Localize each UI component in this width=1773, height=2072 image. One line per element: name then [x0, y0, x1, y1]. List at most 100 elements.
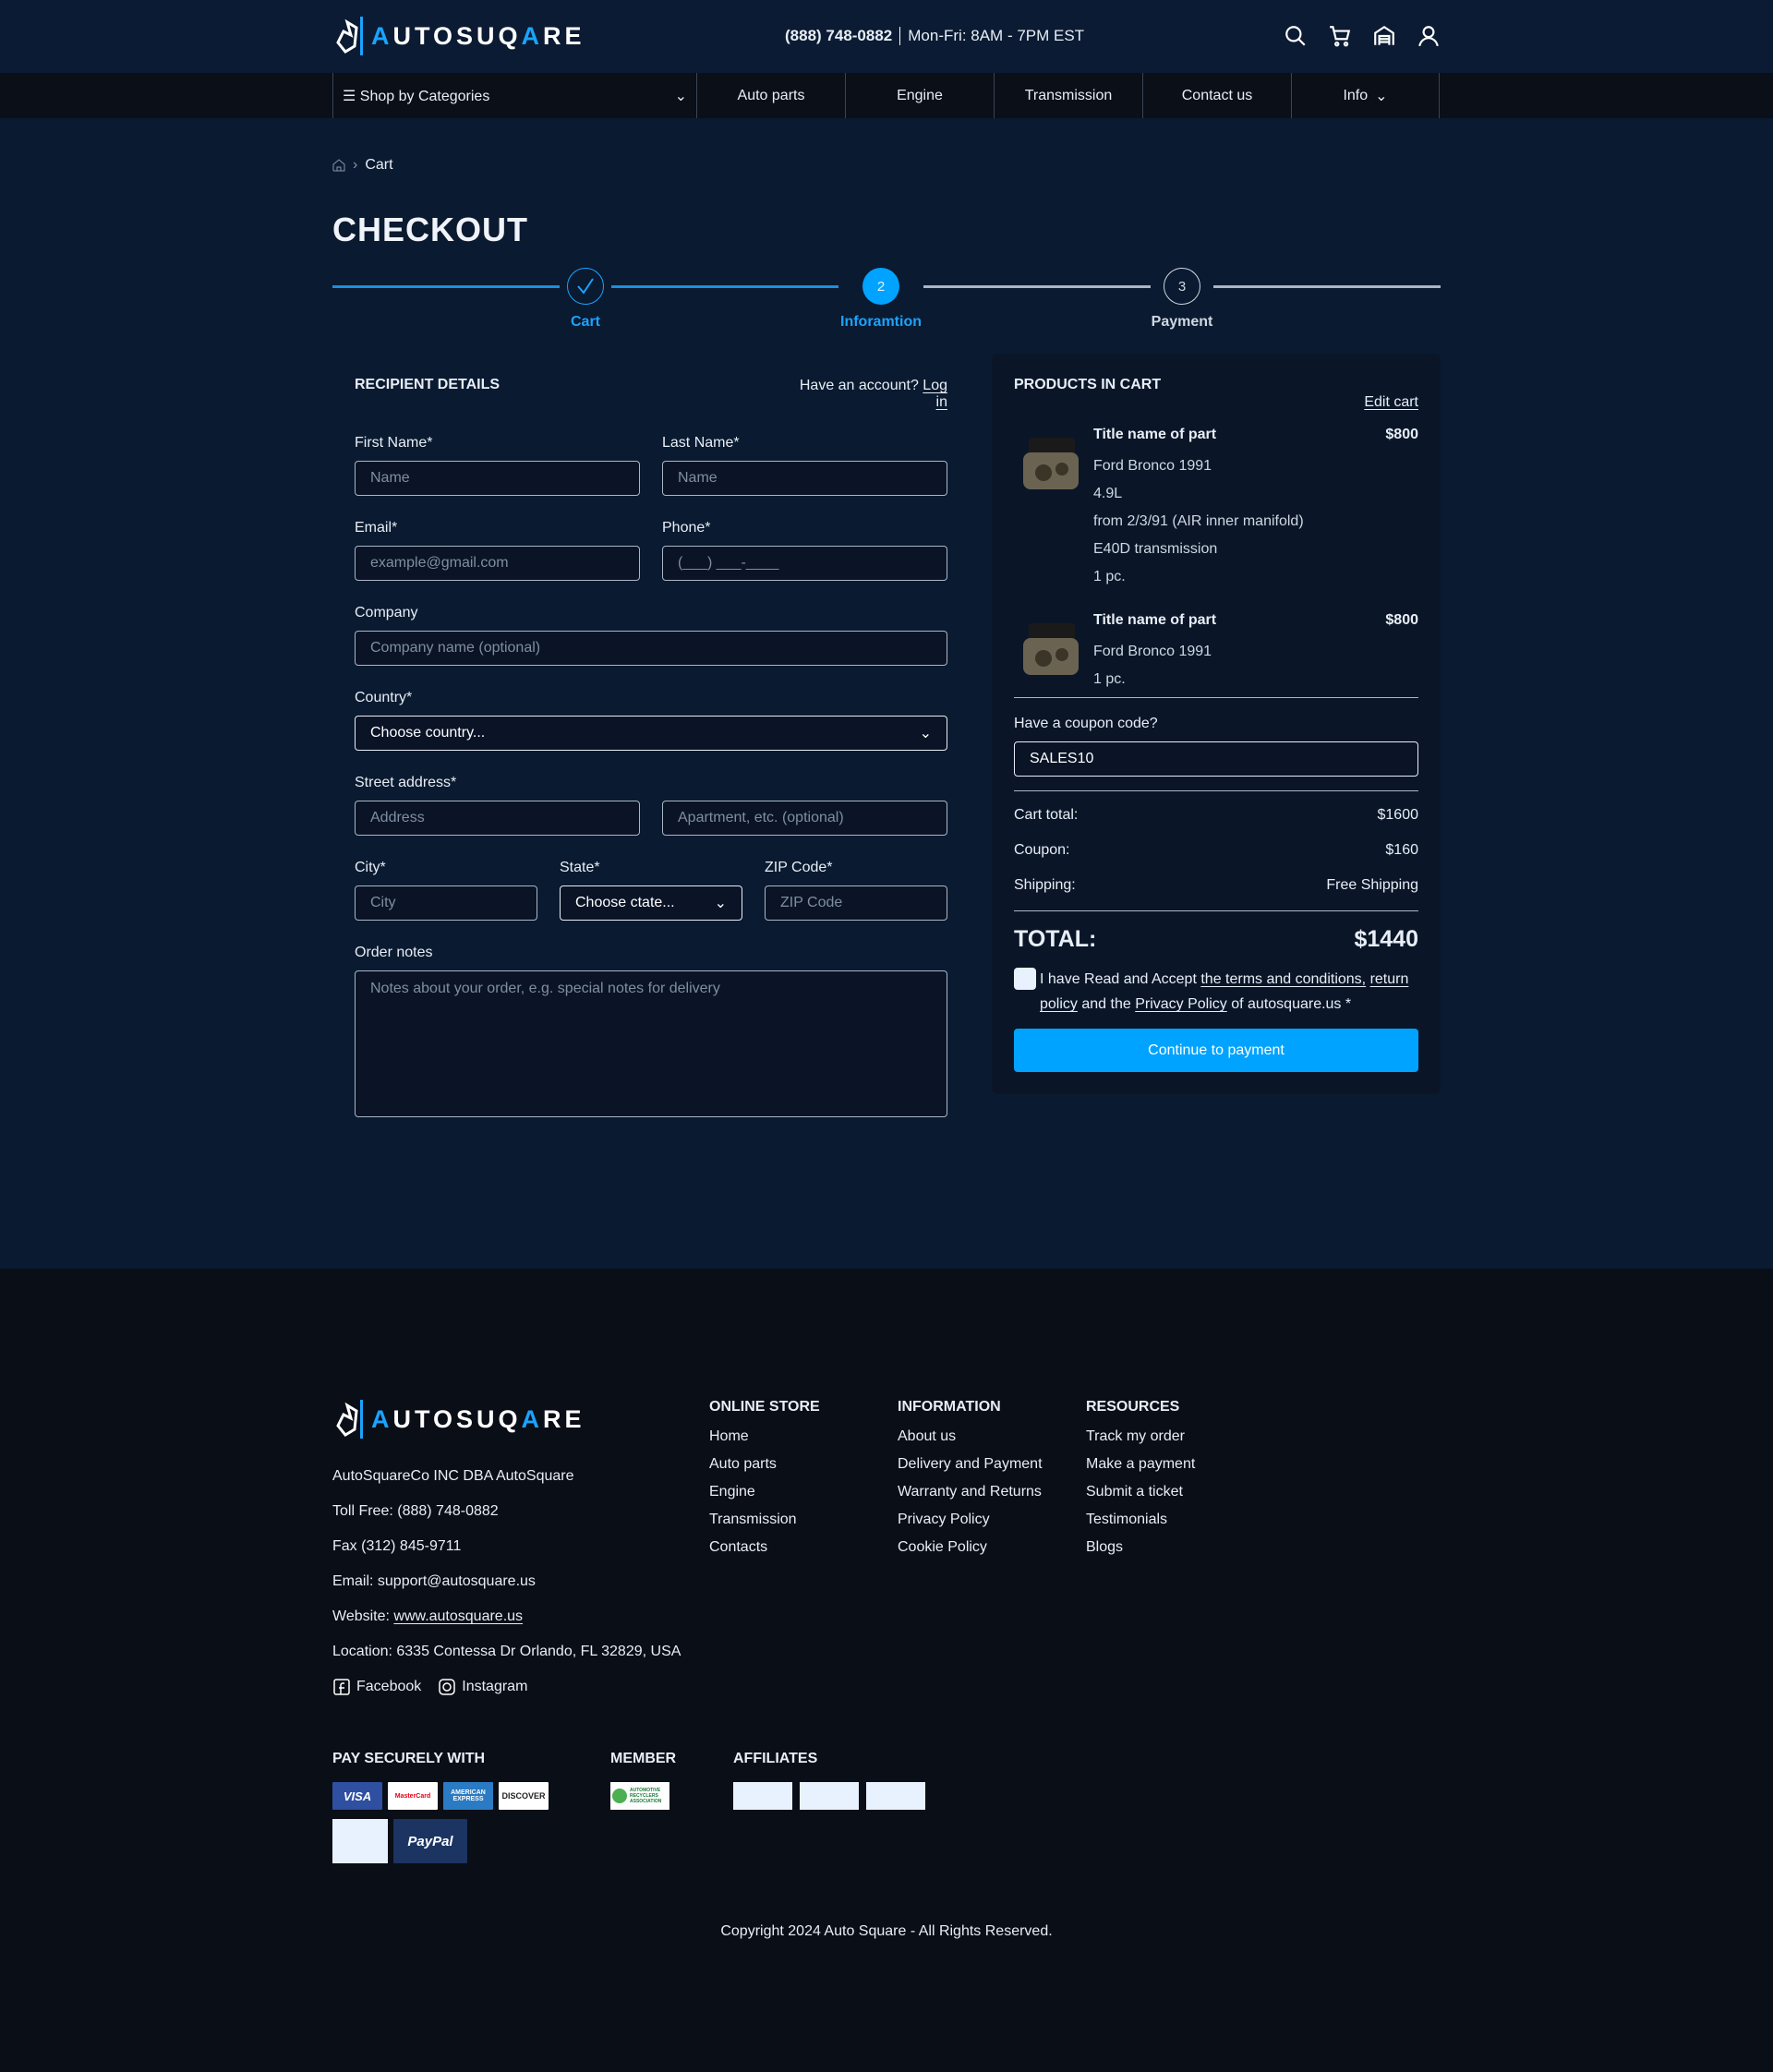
account-text: Have an account?: [799, 378, 919, 393]
site-footer: [0, 1269, 1773, 2072]
zip-input[interactable]: ZIP Code: [765, 885, 947, 921]
footer-logo[interactable]: AUTOSUQARE: [334, 1398, 585, 1440]
footer-link[interactable]: Make a payment: [1086, 1451, 1195, 1478]
nav-contact-us[interactable]: Contact us: [1142, 73, 1291, 118]
privacy-policy-link[interactable]: Privacy Policy: [1135, 996, 1227, 1012]
nav-transmission[interactable]: Transmission: [994, 73, 1142, 118]
amex-card-icon: AMERICAN EXPRESS: [443, 1782, 493, 1810]
order-notes-label: Order notes: [355, 945, 433, 960]
affiliate-logo[interactable]: [733, 1782, 792, 1810]
instagram-link[interactable]: Instagram: [438, 1669, 527, 1705]
terms-link[interactable]: the terms and conditions,: [1200, 971, 1366, 987]
payment-cards: VISA MasterCard AMERICAN EXPRESS DISCOVE…: [332, 1782, 549, 1810]
city-label: City*: [355, 860, 386, 875]
product-image: [1016, 616, 1086, 686]
footer-column-title: RESOURCES: [1086, 1399, 1180, 1415]
footer-column-online-store: ONLINE STORE Home Auto parts Engine Transmi…: [709, 1399, 820, 1561]
logo-text-end: RE: [543, 1404, 585, 1433]
search-icon[interactable]: [1284, 24, 1308, 48]
nav-auto-parts[interactable]: Auto parts: [696, 73, 845, 118]
step-information-circle[interactable]: 2: [862, 268, 899, 305]
continue-to-payment-button[interactable]: Continue to payment: [1014, 1029, 1418, 1072]
last-name-input[interactable]: Name: [662, 461, 947, 496]
step-cart-circle[interactable]: [567, 268, 604, 305]
products-in-cart-title: PRODUCTS IN CART: [1014, 377, 1162, 392]
footer-link[interactable]: Auto parts: [709, 1451, 820, 1478]
footer-link[interactable]: Transmission: [709, 1506, 820, 1534]
company-input[interactable]: Company name (optional): [355, 631, 947, 666]
footer-link[interactable]: Submit a ticket: [1086, 1478, 1195, 1506]
product-qty: 1 pc.: [1093, 671, 1126, 687]
footer-link[interactable]: Blogs: [1086, 1534, 1195, 1561]
footer-link[interactable]: Cookie Policy: [898, 1534, 1043, 1561]
breadcrumb-current: Cart: [365, 157, 393, 173]
nav-engine[interactable]: Engine: [845, 73, 994, 118]
nav-info[interactable]: Info ⌄: [1291, 73, 1440, 118]
footer-link[interactable]: Privacy Policy: [898, 1506, 1043, 1534]
menu-icon: ☰: [343, 88, 360, 104]
product-details: Ford Bronco 1991 4.9L from 2/3/91 (AIR i…: [1093, 452, 1304, 591]
footer-website-link[interactable]: www.autosquare.us: [393, 1608, 523, 1624]
coupon-input[interactable]: SALES10: [1014, 741, 1418, 777]
state-value: Choose ctate...: [575, 895, 675, 910]
product-details: Ford Bronco 1991 1 pc.: [1093, 638, 1212, 693]
first-name-label: First Name*: [355, 435, 433, 451]
logo[interactable]: AUTOSUQARE: [334, 15, 585, 57]
order-notes-textarea[interactable]: Notes about your order, e.g. special not…: [355, 970, 947, 1117]
affiliate-logo[interactable]: [866, 1782, 925, 1810]
footer-link[interactable]: Warranty and Returns: [898, 1478, 1043, 1506]
facebook-icon: [333, 1679, 350, 1695]
login-prompt: Have an account? Log in: [784, 378, 947, 411]
street-label: Street address*: [355, 775, 457, 790]
footer-link[interactable]: Contacts: [709, 1534, 820, 1561]
product-detail: Ford Bronco 1991: [1093, 458, 1212, 474]
garage-icon[interactable]: [1372, 24, 1396, 48]
breadcrumb: › Cart: [332, 157, 393, 174]
email-input[interactable]: example@gmail.com: [355, 546, 640, 581]
home-icon[interactable]: [332, 159, 345, 172]
check-icon: [577, 278, 594, 295]
address-input[interactable]: Address: [355, 801, 640, 836]
total-value: $1440: [1354, 926, 1418, 952]
zip-label: ZIP Code*: [765, 860, 833, 875]
phone-input[interactable]: (___) ___-____: [662, 546, 947, 581]
terms-text-part: of autosquare.us *: [1231, 996, 1352, 1012]
logo-text: UTOSUQ: [392, 21, 522, 50]
edit-cart-link[interactable]: Edit cart: [1293, 394, 1418, 411]
total-label: TOTAL:: [1014, 926, 1097, 952]
facebook-link[interactable]: Facebook: [332, 1669, 421, 1705]
coupon-label: Have a coupon code?: [1014, 716, 1158, 731]
country-select[interactable]: Choose country... ⌄: [355, 716, 947, 751]
apartment-input[interactable]: Apartment, etc. (optional): [662, 801, 947, 836]
affiliate-logo[interactable]: [800, 1782, 859, 1810]
chevron-down-icon: ⌄: [919, 726, 932, 741]
step-payment-label: Payment: [1151, 314, 1213, 330]
footer-link[interactable]: Testimonials: [1086, 1506, 1195, 1534]
step-payment-circle[interactable]: 3: [1164, 268, 1200, 305]
footer-link[interactable]: About us: [898, 1423, 1043, 1451]
first-name-input[interactable]: Name: [355, 461, 640, 496]
footer-link[interactable]: Engine: [709, 1478, 820, 1506]
cart-icon[interactable]: [1328, 24, 1352, 48]
city-input[interactable]: City: [355, 885, 537, 921]
footer-link[interactable]: Track my order: [1086, 1423, 1195, 1451]
discover-card-icon: DISCOVER: [499, 1782, 549, 1810]
breadcrumb-separator: ›: [353, 157, 358, 173]
instagram-label: Instagram: [462, 1679, 528, 1694]
logo-text: UTOSUQ: [392, 1404, 522, 1433]
footer-link[interactable]: Delivery and Payment: [898, 1451, 1043, 1478]
shipping-row: Shipping: Free Shipping: [1014, 877, 1418, 894]
product-detail: 4.9L: [1093, 486, 1123, 501]
login-link[interactable]: Log in: [923, 378, 947, 410]
header-phone[interactable]: (888) 748-0882: [785, 27, 892, 45]
terms-checkbox[interactable]: [1014, 968, 1036, 990]
user-icon[interactable]: [1417, 24, 1441, 48]
state-select[interactable]: Choose ctate... ⌄: [560, 885, 742, 921]
footer-link[interactable]: Home: [709, 1423, 820, 1451]
cart-total-value: $1600: [1377, 807, 1419, 823]
coupon-row: Coupon: $160: [1014, 842, 1418, 859]
shop-by-categories-dropdown[interactable]: ☰ Shop by Categories ⌄: [332, 73, 696, 118]
visa-card-icon: VISA: [332, 1782, 382, 1810]
shipping-label: Shipping:: [1014, 877, 1076, 893]
divider: [1014, 790, 1418, 791]
